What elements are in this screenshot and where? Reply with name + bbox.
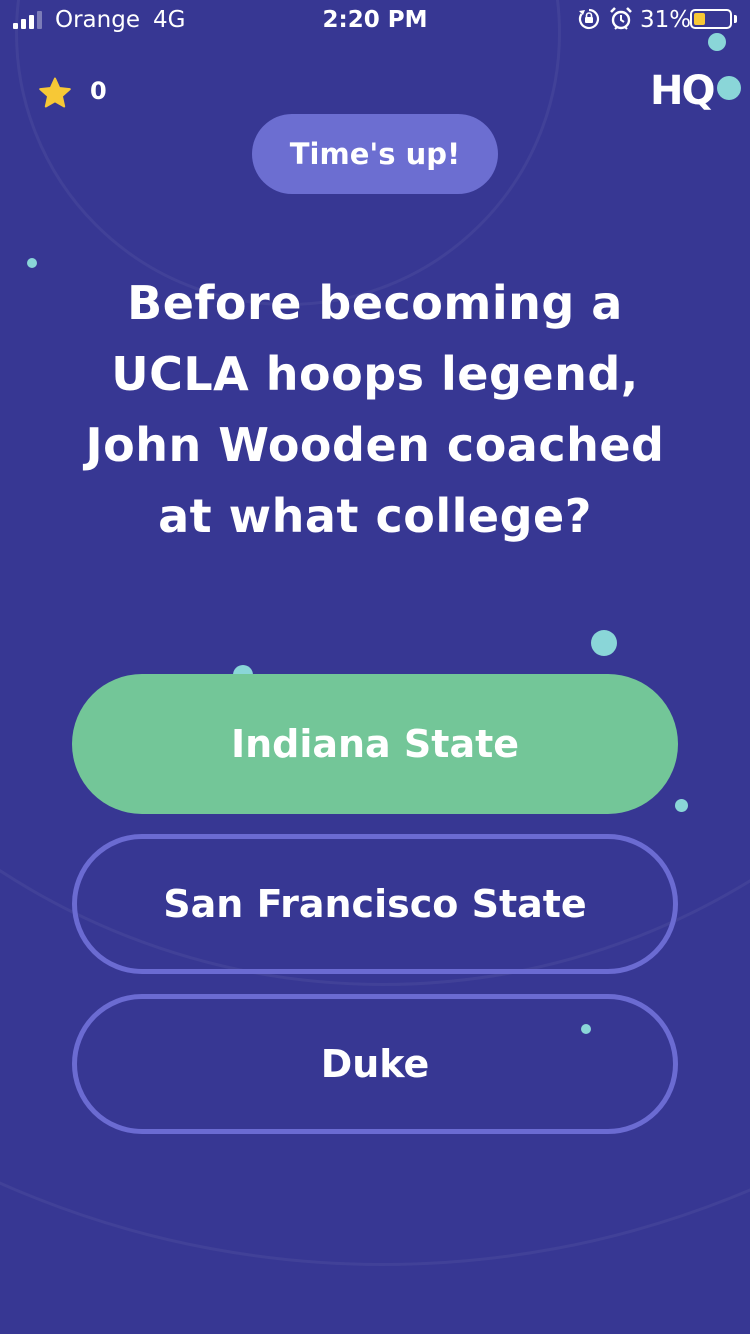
logo-dot [717,76,741,100]
answer-label: Indiana State [230,722,520,766]
game-screen: Orange 4G 2:20 PM 31% 0 HQ Time's up! Be… [0,0,750,1334]
battery-percent: 31% [640,7,692,33]
battery-cap [734,15,737,23]
battery-level [694,13,705,25]
alarm-icon [610,7,632,30]
status-time: 2:20 PM [322,7,428,33]
decorative-dot [27,258,37,268]
times-up-badge: Time's up! [252,114,498,194]
answer-label: Duke [320,1042,430,1086]
answer-option-1[interactable]: Indiana State [72,674,678,814]
orientation-lock-icon [578,8,600,30]
decorative-dot [675,799,688,812]
question-text: Before becoming a UCLA hoops legend, Joh… [85,276,665,543]
answer-option-2[interactable]: San Francisco State [72,834,678,974]
decorative-dot [591,630,617,656]
answer-label: San Francisco State [163,882,587,926]
score-count: 0 [90,77,107,105]
hq-logo: HQ [650,68,715,114]
battery-icon [690,9,732,29]
status-bar: Orange 4G 2:20 PM 31% [0,0,750,40]
answer-option-3[interactable]: Duke [72,994,678,1134]
star-icon [39,77,71,108]
